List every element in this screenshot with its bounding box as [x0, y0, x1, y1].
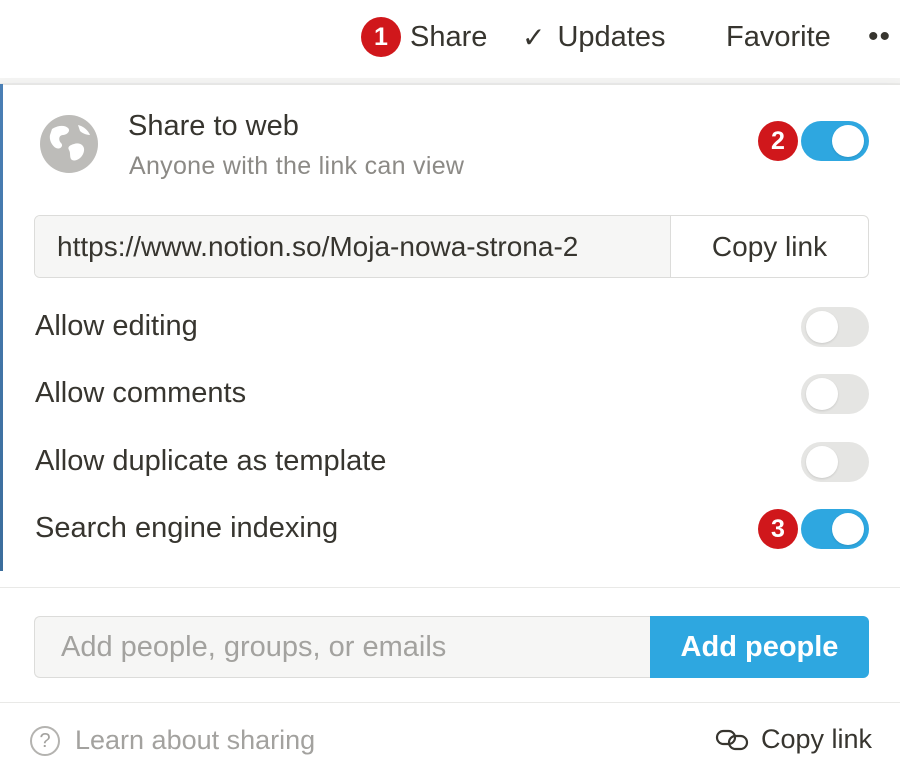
- toggle-knob: [832, 513, 864, 545]
- share-to-web-subtitle: Anyone with the link can view: [129, 152, 465, 180]
- copy-link-button[interactable]: Copy link: [671, 216, 868, 277]
- invite-input[interactable]: [34, 616, 650, 678]
- panel-left-edge: [0, 84, 3, 571]
- favorite-label: Favorite: [726, 20, 831, 53]
- updates-button[interactable]: ✓ Updates: [522, 14, 665, 60]
- link-icon: [715, 729, 749, 750]
- add-people-button[interactable]: Add people: [650, 616, 869, 678]
- share-label: Share: [410, 20, 488, 53]
- top-toolbar: 1 Share ✓ Updates Favorite ••: [0, 0, 900, 78]
- invite-row: Add people: [34, 616, 869, 678]
- option-label: Allow editing: [35, 310, 198, 342]
- footer-copy-link-button[interactable]: Copy link: [715, 724, 872, 755]
- share-panel: Share to web Anyone with the link can vi…: [0, 84, 900, 771]
- allow-duplicate-toggle[interactable]: [801, 442, 869, 482]
- more-options-button[interactable]: ••: [868, 14, 891, 60]
- updates-label: Updates: [557, 20, 666, 53]
- notion-share-page: 1 Share ✓ Updates Favorite •• Share to w…: [0, 0, 900, 771]
- option-label: Allow comments: [35, 377, 247, 409]
- share-to-web-toggle[interactable]: [801, 121, 869, 161]
- toggle-knob: [806, 446, 838, 478]
- learn-about-sharing-label: Learn about sharing: [75, 725, 316, 755]
- share-link-url[interactable]: https://www.notion.so/Moja-nowa-strona-2: [35, 216, 671, 277]
- option-toggle-wrap: [801, 307, 869, 347]
- step-badge-1: 1: [361, 17, 401, 57]
- option-toggle-wrap: [801, 374, 869, 414]
- share-to-web-row: Share to web Anyone with the link can vi…: [0, 85, 900, 203]
- toggle-knob: [806, 311, 838, 343]
- allow-editing-toggle[interactable]: [801, 307, 869, 347]
- learn-about-sharing-link[interactable]: ? Learn about sharing: [30, 725, 315, 756]
- search-indexing-toggle[interactable]: [801, 509, 869, 549]
- share-to-web-title: Share to web: [128, 110, 299, 142]
- step-badge-3: 3: [758, 509, 798, 549]
- more-icon: ••: [868, 20, 892, 53]
- section-divider: [0, 587, 900, 588]
- share-to-web-toggle-wrap: 2: [758, 121, 869, 161]
- allow-comments-toggle[interactable]: [801, 374, 869, 414]
- option-allow-duplicate: Allow duplicate as template: [0, 433, 900, 493]
- toggle-knob: [806, 378, 838, 410]
- question-circle-icon: ?: [30, 725, 60, 756]
- share-link-box: https://www.notion.so/Moja-nowa-strona-2…: [34, 215, 869, 278]
- share-button[interactable]: 1 Share: [361, 14, 487, 60]
- option-toggle-wrap: 3: [758, 509, 869, 549]
- footer-copy-link-label: Copy link: [760, 724, 872, 754]
- option-label: Allow duplicate as template: [35, 445, 387, 477]
- option-search-indexing: Search engine indexing 3: [0, 500, 900, 560]
- option-label: Search engine indexing: [35, 512, 339, 544]
- option-allow-editing: Allow editing: [0, 298, 900, 358]
- favorite-button[interactable]: Favorite: [726, 14, 831, 60]
- option-allow-comments: Allow comments: [0, 365, 900, 425]
- step-badge-2: 2: [758, 121, 798, 161]
- footer-divider: [0, 702, 900, 703]
- toggle-knob: [832, 125, 864, 157]
- globe-icon: [40, 115, 98, 173]
- checkmark-icon: ✓: [522, 21, 546, 53]
- option-toggle-wrap: [801, 442, 869, 482]
